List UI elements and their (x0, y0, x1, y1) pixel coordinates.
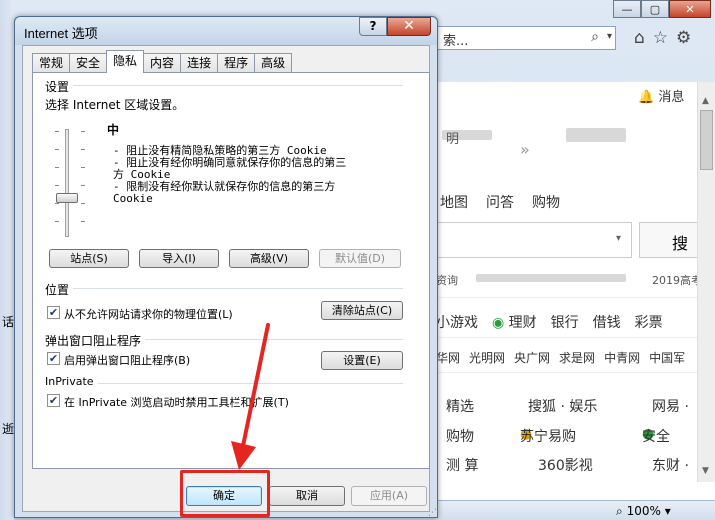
grid-link[interactable]: 精选 (446, 396, 474, 416)
import-button[interactable]: 导入(I) (139, 249, 219, 268)
inprivate-checkbox-label[interactable]: 在 InPrivate 浏览启动时禁用工具栏和扩展(T) (64, 394, 289, 410)
nav-qa[interactable]: 问答 (486, 192, 514, 212)
tab-privacy[interactable]: 隐私 (106, 50, 145, 73)
grid-link[interactable]: 购物 (446, 426, 474, 446)
privacy-level-name: 中 (107, 123, 120, 137)
search-icon[interactable]: ⌕ (591, 29, 599, 45)
privacy-level-slider-track[interactable] (65, 129, 69, 237)
site-link[interactable]: 华网 (436, 349, 460, 366)
cancel-button[interactable]: 取消 (269, 486, 345, 506)
scroll-up-icon[interactable]: ▲ (702, 96, 709, 106)
zone-settings-text: 选择 Internet 区域设置。 (45, 98, 185, 112)
ok-button-highlight (180, 470, 270, 517)
popup-blocker-checkbox[interactable]: ✔ (47, 352, 60, 365)
site-link[interactable]: 中国军 (649, 349, 685, 366)
grid-link[interactable]: 网易 · (652, 396, 689, 416)
page-search-input[interactable]: ▾ (436, 222, 632, 258)
double-arrow-icon[interactable]: » (520, 140, 530, 159)
resize-grip-icon[interactable]: ⋰ (428, 508, 713, 518)
chevron-down-icon[interactable]: ▾ (607, 31, 612, 42)
category-item[interactable]: 银行 (551, 312, 579, 332)
dialog-tabs: 常规 安全 隐私 内容 连接 程序 高级 (32, 50, 293, 73)
category-item[interactable]: ◉ 理财 (492, 312, 537, 332)
scroll-down-icon[interactable]: ▼ (702, 466, 709, 476)
browser-page: 🔔 消息 明 » 地图 问答 购物 ▾ 搜 资询 2019高考 小游戏 ◉ 理财… (436, 82, 715, 520)
apply-button[interactable]: 应用(A) (351, 486, 427, 506)
message-link[interactable]: 🔔 消息 (638, 86, 684, 105)
category-item[interactable]: 借钱 (593, 312, 621, 332)
tab-programs[interactable]: 程序 (217, 53, 256, 73)
tab-content[interactable]: 内容 (143, 53, 182, 73)
dialog-close-button[interactable]: ✕ (387, 17, 431, 36)
site-link[interactable]: 光明网 (469, 349, 505, 366)
page-search-button[interactable]: 搜 (639, 222, 699, 258)
finance-icon: ◉ (492, 315, 505, 331)
location-checkbox[interactable]: ✔ (47, 306, 60, 319)
grid-link[interactable]: 搜狐 · 娱乐 (528, 396, 597, 416)
page-scrollbar[interactable]: ▲ ▼ (697, 82, 715, 482)
tab-connections[interactable]: 连接 (180, 53, 219, 73)
clear-sites-button[interactable]: 清除站点(C) (321, 301, 403, 320)
browser-toolbar-icons: ⌂ ☆ ⚙ (634, 28, 691, 48)
tab-advanced[interactable]: 高级 (254, 53, 293, 73)
address-text: 索... (443, 34, 469, 49)
popup-group-label: 弹出窗口阻止程序 (45, 332, 146, 349)
sites-button[interactable]: 站点(S) (49, 249, 129, 268)
page-text: 明 (446, 132, 460, 147)
dialog-titlebar[interactable]: Internet 选项 ? ✕ (15, 17, 437, 45)
site-link[interactable]: 中青网 (604, 349, 640, 366)
privacy-level-slider-thumb[interactable] (56, 192, 78, 203)
grid-link[interactable]: 360影视 (538, 455, 593, 475)
category-list: 小游戏 ◉ 理财 银行 借钱 彩票 (436, 312, 663, 332)
default-button[interactable]: 默认值(D) (319, 249, 401, 268)
dialog-title: Internet 选项 (24, 26, 98, 41)
scroll-thumb[interactable] (700, 110, 713, 170)
privacy-tab-panel: 设置 选择 Internet 区域设置。 中 - 阻止没有精简隐私策略的第三方 … (32, 72, 430, 469)
left-window-edge: 话 逝 (0, 0, 14, 520)
bell-icon: 🔔 (638, 90, 655, 105)
location-group-label: 位置 (45, 281, 74, 298)
inprivate-group-label: InPrivate (45, 375, 98, 388)
popup-settings-button[interactable]: 设置(E) (321, 351, 403, 370)
location-checkbox-label[interactable]: 从不允许网站请求你的物理位置(L) (64, 306, 233, 322)
grid-link[interactable]: 东财 · (652, 455, 689, 475)
page-nav: 地图 问答 购物 (440, 192, 560, 212)
nav-shopping[interactable]: 购物 (532, 192, 560, 212)
tab-general[interactable]: 常规 (32, 53, 71, 73)
browser-address-bar[interactable]: 索... ⌕ ▾ (436, 26, 616, 50)
help-button[interactable]: ? (359, 17, 387, 36)
favorites-star-icon[interactable]: ☆ (653, 28, 668, 48)
minimize-icon[interactable]: — (613, 0, 641, 18)
chevron-down-icon[interactable]: ▾ (616, 233, 621, 244)
maximize-icon[interactable]: ▢ (641, 0, 669, 18)
settings-group-label: 设置 (45, 78, 74, 95)
privacy-desc-line: Cookie (113, 192, 153, 205)
nav-map[interactable]: 地图 (440, 192, 468, 212)
site-link[interactable]: 央广网 (514, 349, 550, 366)
grid-link[interactable]: 测 算 (446, 455, 478, 475)
blurred-content (566, 128, 626, 142)
browser-window-controls: — ▢ ✕ (613, 0, 711, 18)
tab-security[interactable]: 安全 (69, 53, 108, 73)
site-link[interactable]: 求是网 (559, 349, 595, 366)
home-icon[interactable]: ⌂ (634, 28, 645, 48)
category-item[interactable]: 彩票 (635, 312, 663, 332)
gear-icon[interactable]: ⚙ (676, 28, 691, 48)
category-item[interactable]: 小游戏 (436, 312, 478, 332)
page-info-row: 资询 2019高考 (436, 274, 702, 287)
advanced-button[interactable]: 高级(V) (229, 249, 309, 268)
site-links: 华网 光明网 央广网 求是网 中青网 中国军 (436, 349, 685, 366)
inprivate-checkbox[interactable]: ✔ (47, 394, 60, 407)
close-icon[interactable]: ✕ (669, 0, 711, 18)
popup-blocker-label[interactable]: 启用弹出窗口阻止程序(B) (64, 352, 190, 368)
